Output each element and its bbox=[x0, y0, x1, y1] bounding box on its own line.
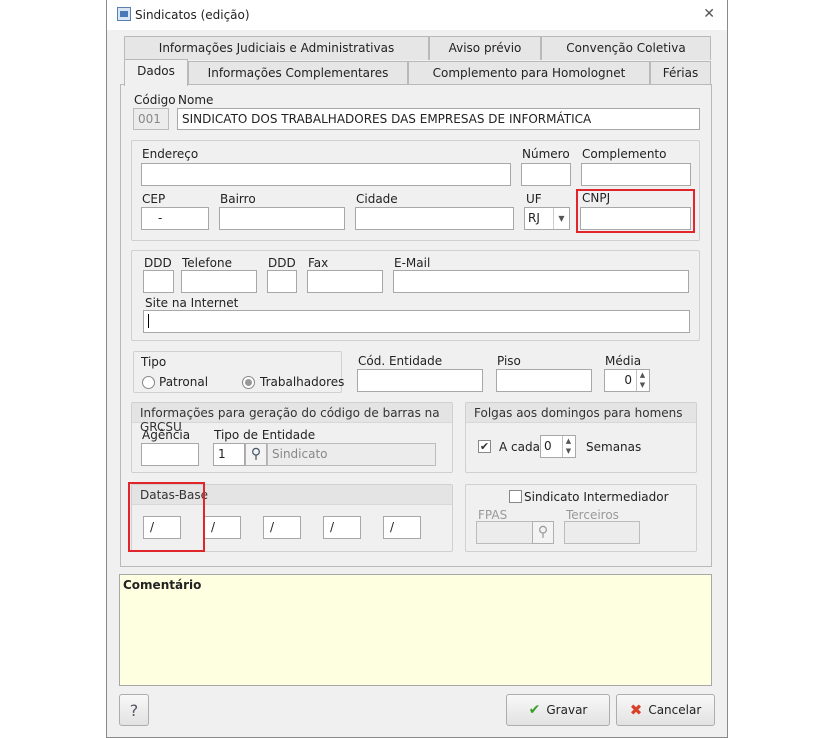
cidade-field[interactable] bbox=[355, 207, 514, 230]
ddd-field[interactable] bbox=[143, 270, 174, 293]
chevron-down-icon[interactable]: ▼ bbox=[553, 208, 569, 229]
datas-base-highlight-box bbox=[128, 482, 205, 552]
nome-label: Nome bbox=[178, 93, 214, 107]
data-base-field-2[interactable]: / bbox=[204, 516, 241, 539]
sindicato-intermediador-checkbox[interactable] bbox=[509, 490, 522, 503]
a-cada-checkbox[interactable]: ✔ bbox=[478, 440, 491, 453]
patronal-label: Patronal bbox=[159, 375, 209, 389]
data-base-field-5[interactable]: / bbox=[383, 516, 421, 539]
uf-value: RJ bbox=[528, 211, 540, 225]
a-cada-spinner[interactable]: ▲ ▼ bbox=[562, 436, 574, 457]
a-cada-label: A cada bbox=[499, 440, 540, 454]
ddd-label: DDD bbox=[144, 256, 172, 270]
tab-aviso-previo[interactable]: Aviso prévio bbox=[429, 36, 541, 60]
complemento-label: Complemento bbox=[582, 147, 667, 161]
search-icon[interactable]: ⚲ bbox=[245, 443, 267, 466]
app-icon bbox=[117, 7, 131, 21]
cidade-label: Cidade bbox=[356, 192, 398, 206]
agencia-field[interactable] bbox=[141, 443, 199, 466]
tab-dados[interactable]: Dados bbox=[124, 59, 188, 86]
tipo-entidade-label: Tipo de Entidade bbox=[214, 428, 316, 442]
title-bar: Sindicatos (edição) ✕ bbox=[107, 0, 727, 30]
folgas-title: Folgas aos domingos para homens bbox=[466, 403, 696, 423]
codigo-field: 001 bbox=[133, 108, 169, 130]
ddd-fax-field[interactable] bbox=[267, 270, 297, 293]
cancel-button[interactable]: ✖ Cancelar bbox=[616, 694, 715, 726]
tab-informacoes-complementares[interactable]: Informações Complementares bbox=[188, 61, 408, 85]
trabalhadores-label: Trabalhadores bbox=[260, 375, 345, 389]
endereco-field[interactable] bbox=[141, 163, 511, 186]
tipo-label: Tipo bbox=[141, 355, 167, 369]
save-button[interactable]: ✔ Gravar bbox=[506, 694, 610, 726]
fpas-search-icon: ⚲ bbox=[532, 521, 554, 544]
comentario-textarea[interactable]: Comentário bbox=[119, 574, 712, 686]
email-field[interactable] bbox=[393, 270, 689, 293]
bairro-label: Bairro bbox=[220, 192, 256, 206]
tab-complemento-homolognet[interactable]: Complemento para Homolognet bbox=[408, 61, 650, 85]
complemento-field[interactable] bbox=[581, 163, 691, 186]
fax-label: Fax bbox=[308, 256, 329, 270]
data-base-field-3[interactable]: / bbox=[263, 516, 301, 539]
grcsu-title: Informações para geração do código de ba… bbox=[132, 403, 452, 434]
tab-ferias[interactable]: Férias bbox=[650, 61, 711, 85]
tab-informacoes-judiciais[interactable]: Informações Judiciais e Administrativas bbox=[124, 36, 429, 60]
close-icon[interactable]: ✕ bbox=[703, 6, 715, 22]
save-label: Gravar bbox=[546, 703, 588, 717]
fax-field[interactable] bbox=[307, 270, 383, 293]
tipo-entidade-desc-field: Sindicato bbox=[267, 443, 436, 466]
numero-label: Número bbox=[522, 147, 570, 161]
site-label: Site na Internet bbox=[145, 296, 239, 310]
piso-label: Piso bbox=[497, 354, 521, 368]
cnpj-highlight-box bbox=[576, 189, 695, 233]
cod-entidade-field[interactable] bbox=[357, 369, 483, 392]
window-title: Sindicatos (edição) bbox=[135, 8, 250, 22]
sindicato-intermediador-label: Sindicato Intermediador bbox=[524, 490, 669, 504]
tipo-entidade-code-field[interactable]: 1 bbox=[213, 443, 245, 466]
comentario-label: Comentário bbox=[123, 578, 202, 592]
cep-field[interactable]: - bbox=[141, 207, 209, 230]
terceiros-label: Terceiros bbox=[566, 508, 619, 522]
email-label: E-Mail bbox=[394, 256, 431, 270]
cod-entidade-label: Cód. Entidade bbox=[358, 354, 443, 368]
codigo-label: Código bbox=[134, 93, 176, 107]
check-icon: ✔ bbox=[528, 702, 541, 718]
help-button[interactable]: ? bbox=[119, 694, 149, 726]
media-spinner[interactable]: ▲ ▼ bbox=[636, 370, 648, 391]
tab-convencao-coletiva[interactable]: Convenção Coletiva bbox=[541, 36, 711, 60]
nome-field[interactable]: SINDICATO DOS TRABALHADORES DAS EMPRESAS… bbox=[177, 108, 700, 130]
telefone-field[interactable] bbox=[181, 270, 257, 293]
terceiros-field bbox=[564, 521, 640, 544]
endereco-label: Endereço bbox=[142, 147, 199, 161]
data-base-field-4[interactable]: / bbox=[323, 516, 361, 539]
piso-field[interactable] bbox=[496, 369, 592, 392]
uf-label: UF bbox=[526, 192, 542, 206]
agencia-label: Agência bbox=[142, 428, 191, 442]
trabalhadores-radio[interactable] bbox=[242, 376, 255, 389]
telefone-label: Telefone bbox=[182, 256, 232, 270]
cancel-x-icon: ✖ bbox=[629, 701, 643, 719]
media-label: Média bbox=[605, 354, 642, 368]
fpas-label: FPAS bbox=[478, 508, 508, 522]
patronal-radio[interactable] bbox=[142, 376, 155, 389]
folgas-group: Folgas aos domingos para homens bbox=[465, 402, 697, 473]
cancel-label: Cancelar bbox=[648, 703, 702, 717]
fpas-field bbox=[476, 521, 534, 544]
semanas-label: Semanas bbox=[586, 440, 642, 454]
bairro-field[interactable] bbox=[219, 207, 345, 230]
site-field[interactable] bbox=[143, 310, 690, 333]
ddd-fax-label: DDD bbox=[268, 256, 296, 270]
cep-label: CEP bbox=[142, 192, 166, 206]
numero-field[interactable] bbox=[521, 163, 571, 186]
